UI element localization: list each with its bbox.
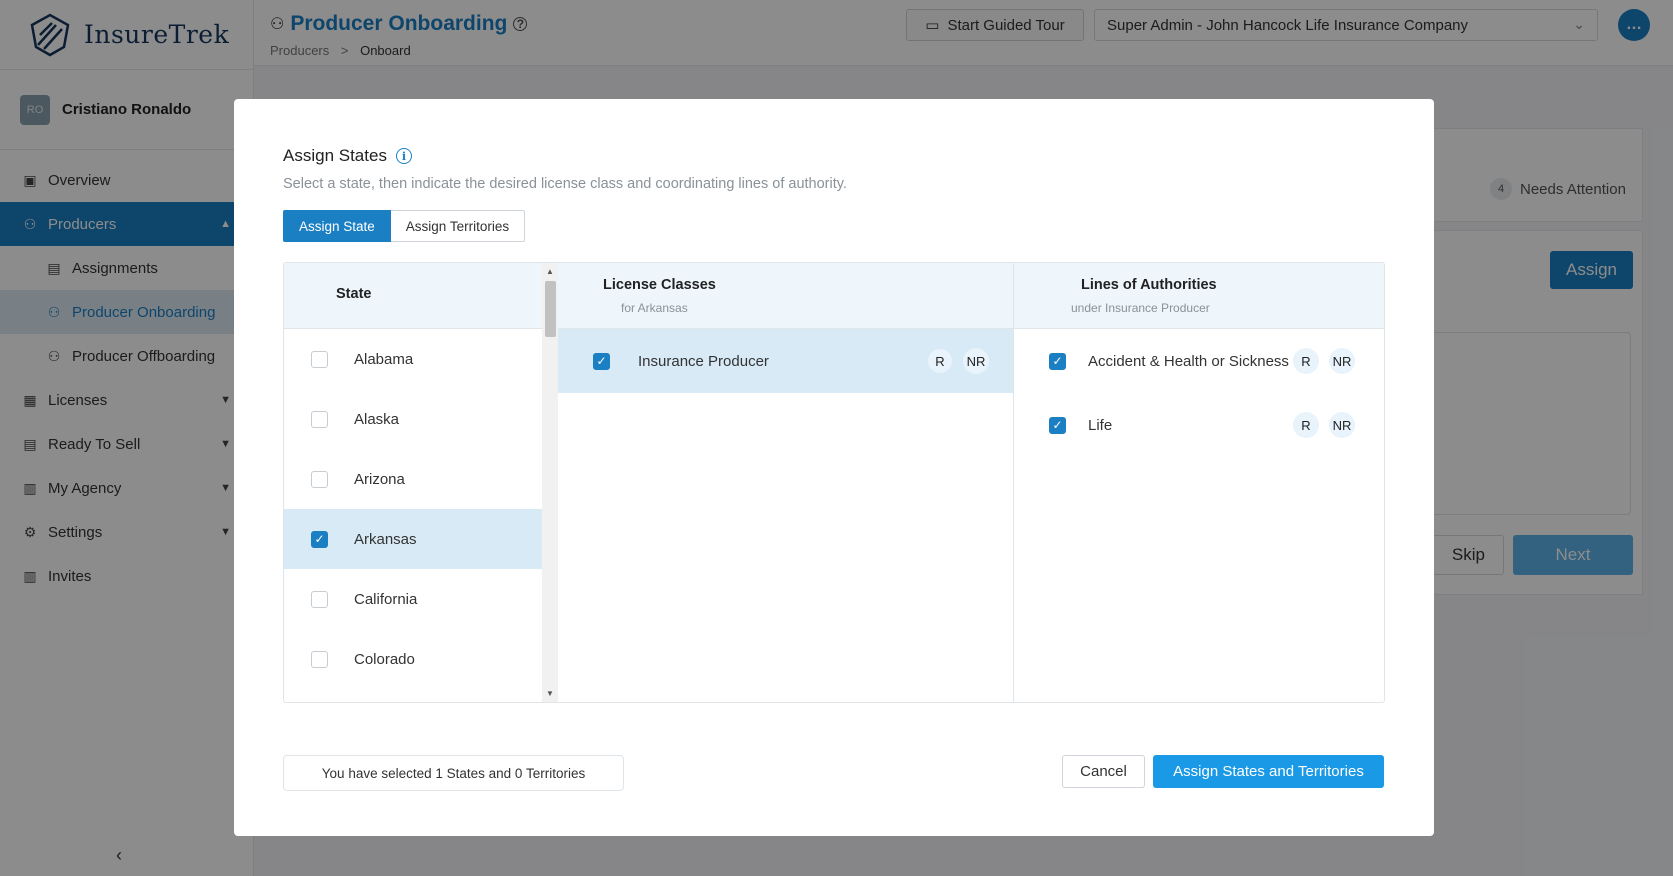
non-resident-badge[interactable]: NR — [1329, 412, 1355, 438]
state-name: Colorado — [354, 650, 415, 668]
license-class-row[interactable]: ✓ Insurance Producer R NR — [558, 329, 1013, 393]
non-resident-badge[interactable]: NR — [1329, 348, 1355, 374]
non-resident-badge[interactable]: NR — [963, 348, 989, 374]
scroll-down-icon[interactable]: ▼ — [546, 689, 554, 698]
tab-assign-state[interactable]: Assign State — [283, 210, 391, 242]
license-classes-header: License Classes for Arkansas — [558, 263, 1013, 329]
selection-summary: You have selected 1 States and 0 Territo… — [283, 755, 624, 791]
checkbox[interactable] — [311, 410, 328, 428]
checkbox[interactable] — [311, 350, 328, 368]
state-row-alabama[interactable]: Alabama — [284, 329, 542, 389]
state-name: Arkansas — [354, 530, 417, 548]
state-name: Alabama — [354, 350, 414, 368]
loa-row-life[interactable]: ✓ Life R NR — [1014, 393, 1384, 457]
state-row-arizona[interactable]: Arizona — [284, 449, 542, 509]
assign-states-modal: Assign States i Select a state, then ind… — [234, 99, 1434, 836]
license-classes-column: License Classes for Arkansas ✓ Insurance… — [558, 263, 1014, 702]
scroll-up-icon[interactable]: ▲ — [546, 267, 554, 276]
state-list-scrollbar[interactable]: ▲ ▼ — [542, 263, 558, 702]
checkbox-checked[interactable]: ✓ — [593, 352, 610, 370]
modal-title-text: Assign States — [283, 146, 387, 165]
checkbox[interactable] — [311, 650, 328, 668]
checkbox[interactable] — [311, 590, 328, 608]
loa-name: Accident & Health or Sickness — [1088, 352, 1289, 370]
lines-of-authority-subtitle: under Insurance Producer — [1071, 301, 1210, 315]
loa-name: Life — [1088, 416, 1113, 434]
lines-of-authority-header: Lines of Authorities under Insurance Pro… — [1014, 263, 1384, 329]
resident-badge[interactable]: R — [1293, 348, 1319, 374]
state-column-header: State — [284, 263, 542, 329]
assign-type-tabs: Assign State Assign Territories — [283, 210, 526, 242]
cancel-button[interactable]: Cancel — [1062, 755, 1145, 788]
lines-of-authority-title: Lines of Authorities — [1081, 277, 1217, 293]
state-row-alaska[interactable]: Alaska — [284, 389, 542, 449]
checkbox-checked[interactable]: ✓ — [1049, 416, 1066, 434]
scrollbar-thumb[interactable] — [545, 281, 556, 337]
state-list: Alabama Alaska Arizona ✓ Arkansas Califo… — [284, 329, 542, 689]
lines-of-authority-column: Lines of Authorities under Insurance Pro… — [1014, 263, 1384, 702]
resident-badge[interactable]: R — [928, 349, 952, 373]
tab-assign-territories[interactable]: Assign Territories — [390, 210, 526, 242]
state-name: California — [354, 590, 418, 608]
loa-row-accident-health[interactable]: ✓ Accident & Health or Sickness R NR — [1014, 329, 1384, 393]
state-row-colorado[interactable]: Colorado — [284, 629, 542, 689]
license-classes-title: License Classes — [603, 277, 716, 293]
state-column: State Alabama Alaska Arizona ✓ Arkansas — [284, 263, 542, 702]
info-icon[interactable]: i — [395, 148, 412, 164]
checkbox-checked[interactable]: ✓ — [1049, 352, 1066, 370]
state-name: Alaska — [354, 410, 400, 428]
state-row-arkansas[interactable]: ✓ Arkansas — [284, 509, 542, 569]
resident-badge[interactable]: R — [1293, 412, 1319, 438]
checkbox[interactable] — [311, 470, 328, 488]
license-class-name: Insurance Producer — [638, 352, 769, 370]
assignment-panel: State Alabama Alaska Arizona ✓ Arkansas — [283, 262, 1385, 703]
assign-states-territories-button[interactable]: Assign States and Territories — [1153, 755, 1384, 788]
checkbox-checked[interactable]: ✓ — [311, 530, 328, 548]
modal-subtitle: Select a state, then indicate the desire… — [283, 176, 847, 192]
modal-title: Assign States i — [283, 146, 412, 166]
state-header: State — [336, 286, 372, 302]
state-name: Arizona — [354, 470, 405, 488]
license-classes-subtitle: for Arkansas — [621, 301, 688, 315]
state-row-california[interactable]: California — [284, 569, 542, 629]
